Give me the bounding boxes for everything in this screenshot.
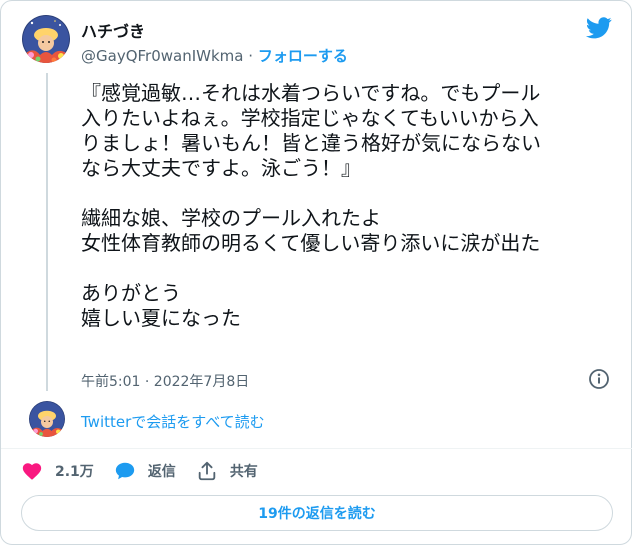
read-replies-button[interactable]: 19件の返信を読む xyxy=(21,495,613,531)
share-icon xyxy=(196,460,218,482)
speech-bubble-icon xyxy=(114,460,136,482)
like-button[interactable]: 2.1万 xyxy=(21,460,94,482)
tweet-line: 嬉しい夏になった xyxy=(81,306,241,330)
tweet-line: 入りたいよねぇ。学校指定じゃなくてもいいから入 xyxy=(81,106,539,130)
reply-label: 返信 xyxy=(147,464,176,480)
separator-dot: · xyxy=(248,47,254,65)
share-button[interactable]: 共有 xyxy=(196,460,258,482)
action-bar: 2.1万 返信 共有 xyxy=(21,459,278,483)
heart-icon xyxy=(21,460,43,482)
author-name[interactable]: ハチづき xyxy=(81,18,145,42)
tweet-line: 女性体育教師の明るくて優しい寄り添いに涙が出た xyxy=(81,231,541,255)
tweet-timestamp[interactable]: 午前5:01 · 2022年7月8日 xyxy=(81,371,249,391)
tweet-line: ありがとう xyxy=(81,281,181,305)
tweet-line: りましょ！暑いもん！皆と違う格好が気にならない xyxy=(81,131,541,155)
thread-line xyxy=(46,73,48,391)
author-meta: @GayQFr0wanIWkma · フォローする xyxy=(81,45,348,66)
divider xyxy=(1,448,632,449)
tweet-line: なら大丈夫ですよ。泳ごう！』 xyxy=(81,156,361,180)
author-avatar[interactable] xyxy=(22,15,70,63)
share-label: 共有 xyxy=(229,464,258,480)
read-conversation-link[interactable]: Twitterで会話をすべて読む xyxy=(81,411,265,432)
conversation-avatar[interactable] xyxy=(29,401,65,437)
reply-button[interactable]: 返信 xyxy=(114,460,176,482)
twitter-bird-icon[interactable] xyxy=(585,17,612,39)
author-handle[interactable]: @GayQFr0wanIWkma xyxy=(81,47,243,65)
tweet-line: 『感覚過敏…それは水着つらいですね。でもプール xyxy=(81,81,541,105)
like-count: 2.1万 xyxy=(55,464,94,480)
info-icon[interactable] xyxy=(588,368,610,390)
tweet-text: 『感覚過敏…それは水着つらいですね。でもプール 入りたいよねぇ。学校指定じゃなく… xyxy=(81,81,621,331)
tweet-line: 繊細な娘、学校のプール入れたよ xyxy=(81,206,381,230)
tweet-card: ハチづき @GayQFr0wanIWkma · フォローする 『感覚過敏…それは… xyxy=(0,0,632,545)
follow-button[interactable]: フォローする xyxy=(258,47,348,65)
